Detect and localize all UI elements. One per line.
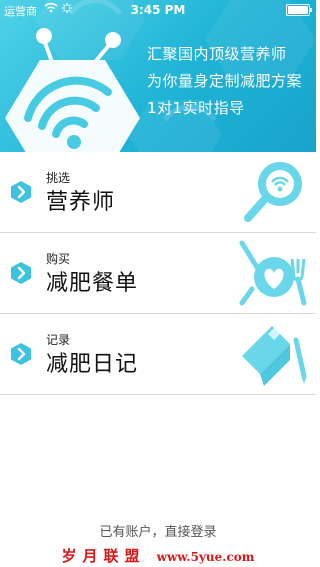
menu-item-diary[interactable]: 记录 减肥日记 <box>0 314 316 395</box>
battery-icon <box>286 4 312 16</box>
menu-item-nutritionist[interactable]: 挑选 营养师 <box>0 152 316 233</box>
main-menu: 挑选 营养师 购买 减肥餐单 记录 减肥日记 <box>0 152 316 395</box>
menu-item-meal-plan[interactable]: 购买 减肥餐单 <box>0 233 316 314</box>
slogan-line-2: 为你量身定制减肥方案 <box>146 72 302 90</box>
meal-plan-icon <box>239 240 307 306</box>
nutritionist-search-icon <box>244 162 302 222</box>
menu-item-title: 营养师 <box>46 190 116 215</box>
watermark-text: 岁月联盟 <box>61 547 146 565</box>
diary-icon <box>242 326 307 386</box>
watermark-url: www.5yue.com <box>156 550 255 564</box>
menu-item-title: 减肥餐单 <box>46 271 139 296</box>
hero-banner: 运营商 3:45 PM 汇聚国内顶级营养师 为你量身定制减肥方案 1对1实时指导 <box>0 0 316 152</box>
slogan-line-3: 1对1实时指导 <box>146 99 245 117</box>
menu-item-title: 减肥日记 <box>46 352 139 377</box>
hero-slogan: 汇聚国内顶级营养师 为你量身定制减肥方案 1对1实时指导 <box>147 41 302 122</box>
chevron-right-icon <box>11 181 31 203</box>
watermark: 岁月联盟 www.5yue.com <box>0 545 316 566</box>
chevron-right-icon <box>11 343 31 365</box>
chevron-right-icon <box>11 262 31 284</box>
status-bar: 运营商 3:45 PM <box>0 0 316 20</box>
status-time: 3:45 PM <box>130 3 186 17</box>
slogan-line-1: 汇聚国内顶级营养师 <box>146 45 287 63</box>
login-link[interactable]: 已有账户，直接登录 <box>0 521 316 540</box>
